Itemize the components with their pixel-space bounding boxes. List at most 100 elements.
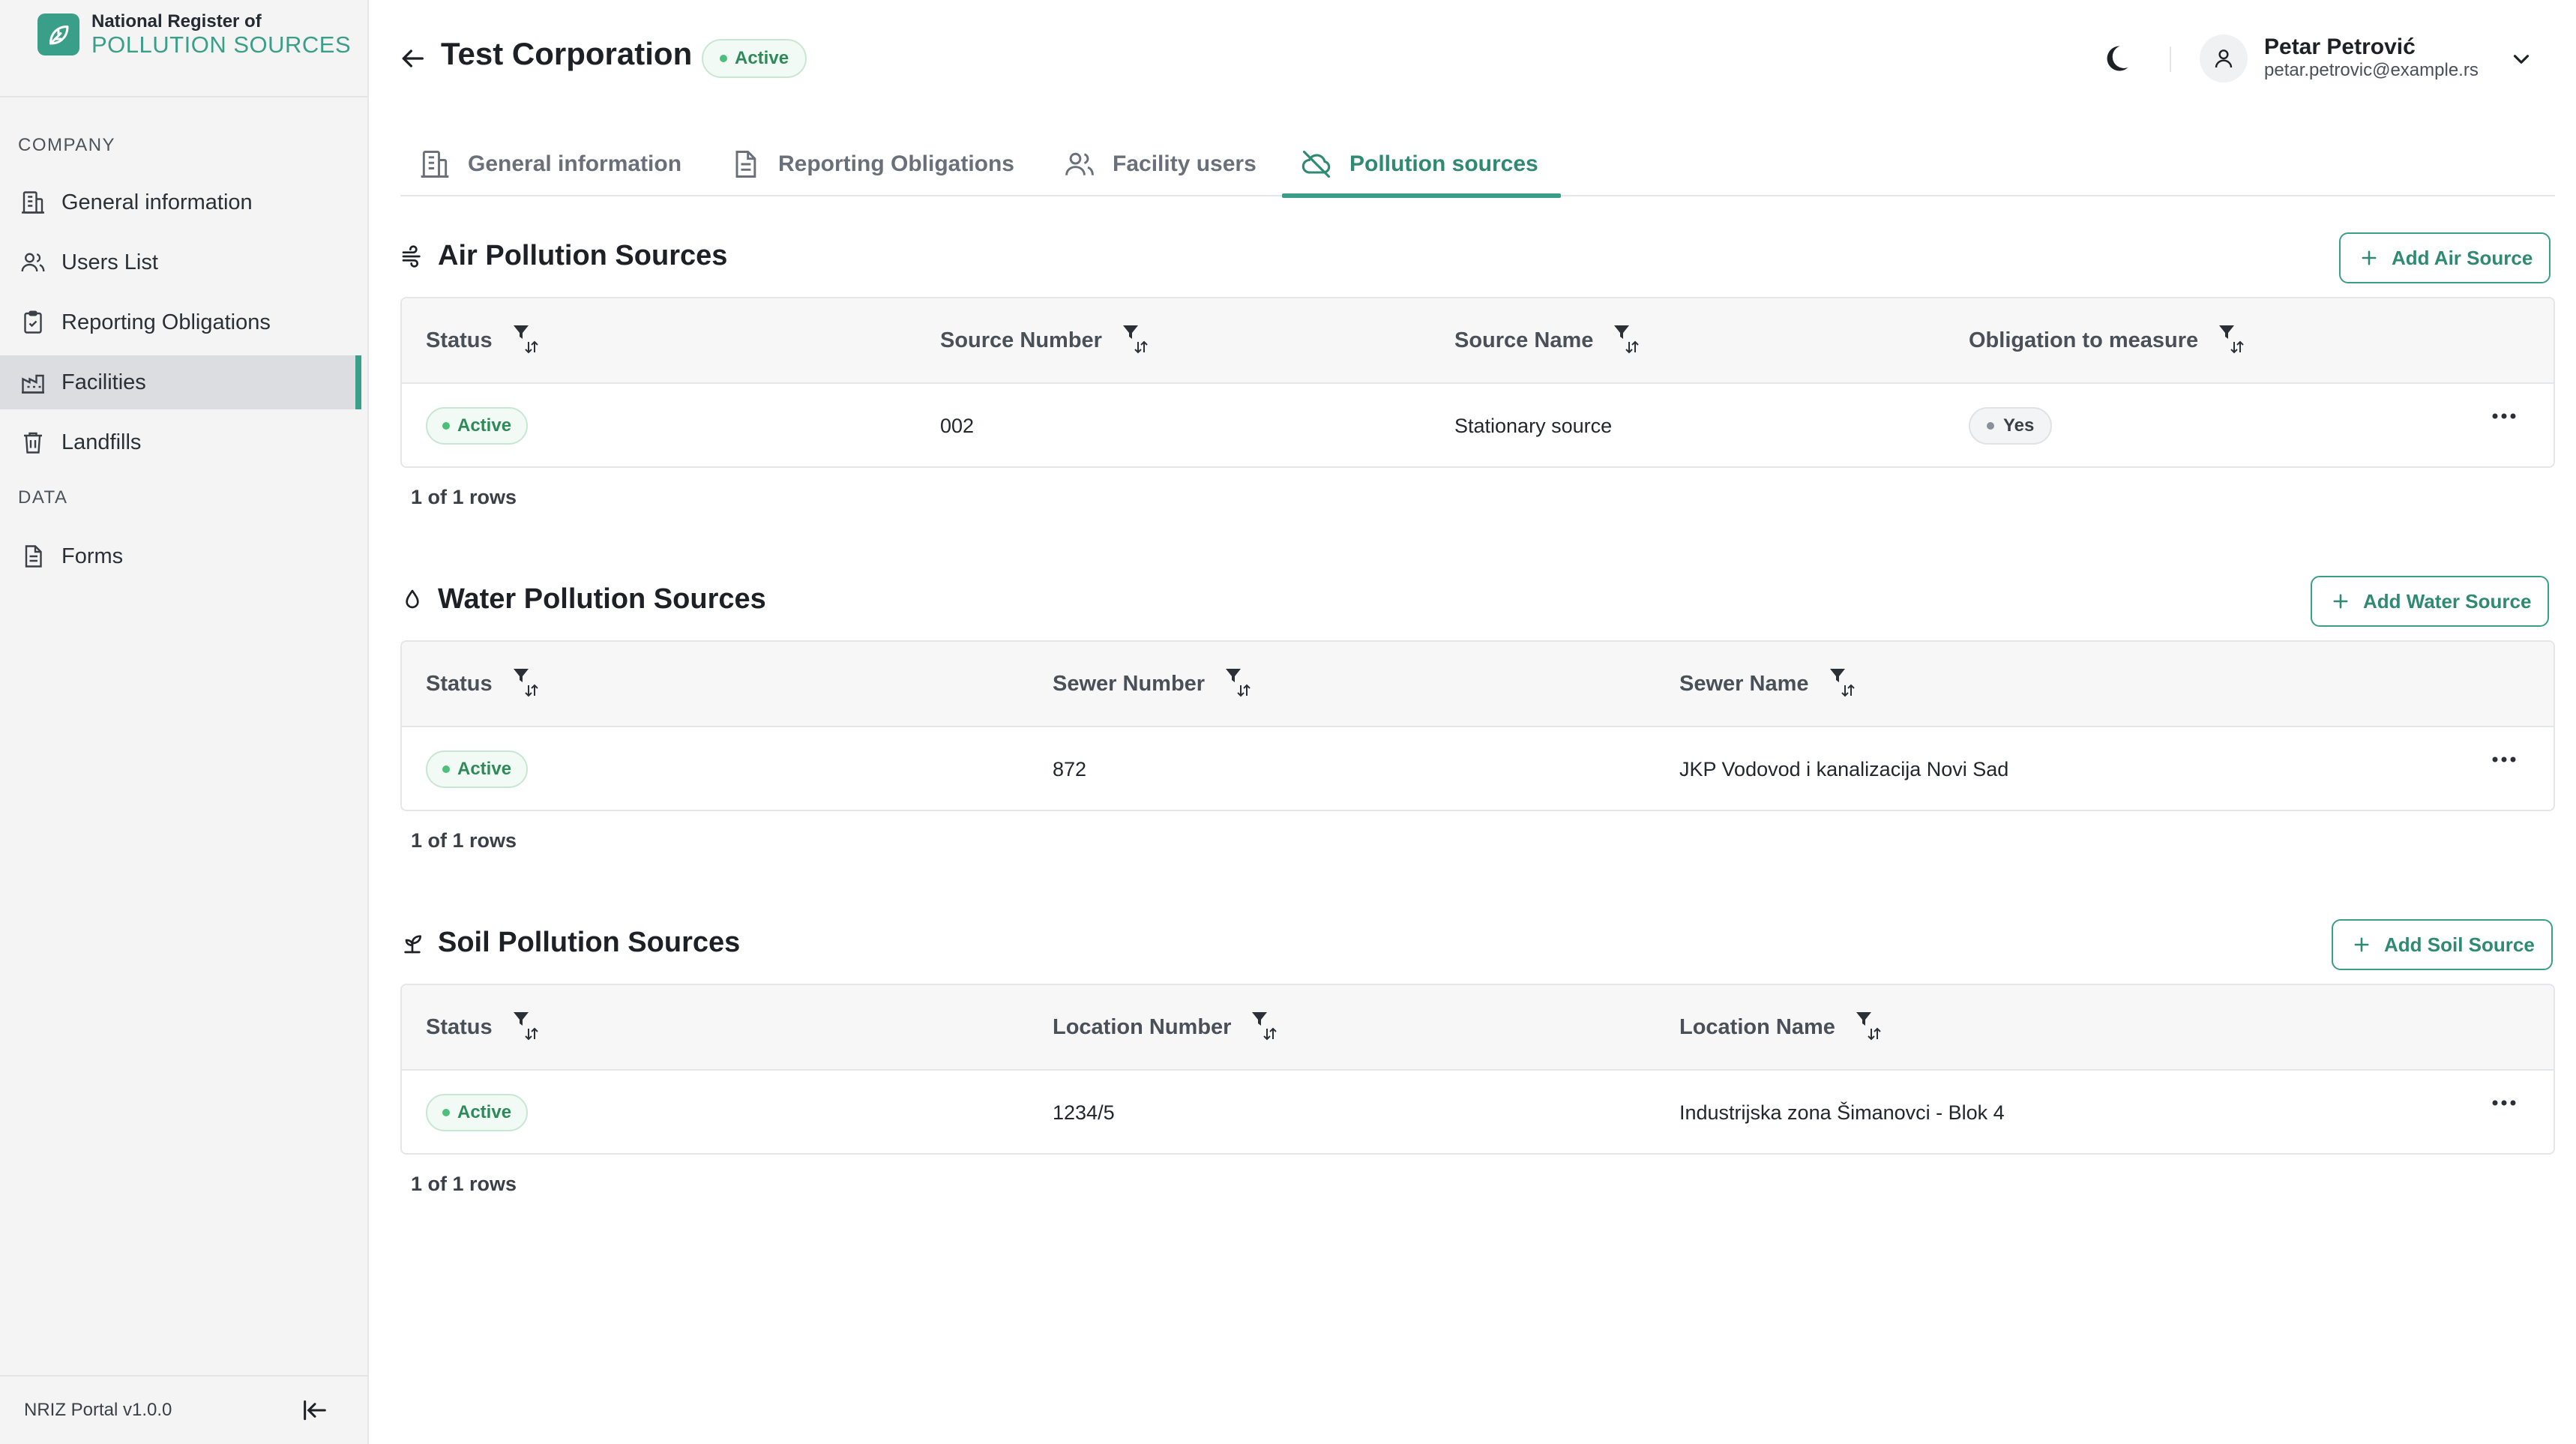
sidebar: National Register of POLLUTION SOURCES C… — [0, 0, 369, 1444]
users-icon — [18, 247, 48, 277]
tab-label: Reporting Obligations — [778, 151, 1014, 176]
obligation-dot — [1987, 422, 1994, 430]
cell-location-name: Industrijska zona Šimanovci - Blok 4 — [1679, 1101, 2005, 1124]
sidebar-item-label: Users List — [61, 250, 158, 274]
air-sources-table: Status Source Number Source Name Obligat… — [400, 297, 2555, 468]
water-section-title: Water Pollution Sources — [438, 583, 766, 615]
filter-sort-icon[interactable] — [512, 667, 541, 700]
cloud-off-icon — [1300, 148, 1333, 181]
column-header-location-number[interactable]: Location Number — [1053, 985, 1279, 1069]
column-header-location-name[interactable]: Location Name — [1679, 985, 1883, 1069]
soil-section-header: Soil Pollution Sources — [400, 927, 740, 959]
sidebar-item-landfills[interactable]: Landfills — [0, 415, 361, 469]
rows-count: 1 of 1 rows — [411, 1173, 517, 1195]
add-water-source-button[interactable]: Add Water Source — [2311, 576, 2550, 627]
soil-sources-table: Status Location Number Location Name Act… — [400, 984, 2555, 1155]
add-button-label: Add Soil Source — [2384, 933, 2535, 956]
tab-facility-users[interactable]: Facility users — [1045, 132, 1275, 196]
column-label: Location Name — [1679, 1014, 1835, 1039]
brand-logo[interactable]: National Register of POLLUTION SOURCES — [37, 13, 352, 58]
sidebar-item-label: Landfills — [61, 430, 142, 454]
column-header-source-number[interactable]: Source Number — [940, 298, 1150, 382]
column-label: Status — [426, 328, 493, 352]
factory-icon — [18, 367, 48, 397]
filter-sort-icon[interactable] — [1122, 324, 1150, 357]
status-dot — [442, 422, 450, 430]
column-header-status[interactable]: Status — [426, 642, 541, 726]
clipboard-check-icon — [18, 307, 48, 337]
more-options-icon[interactable] — [2491, 754, 2518, 765]
column-label: Source Number — [940, 328, 1102, 352]
table-header: Status Sewer Number Sewer Name — [402, 642, 2554, 727]
column-header-obligation[interactable]: Obligation to measure — [1969, 298, 2246, 382]
column-header-source-name[interactable]: Source Name — [1454, 298, 1641, 382]
filter-sort-icon[interactable] — [512, 324, 541, 357]
page-title: Test Corporation — [441, 36, 693, 71]
obligation-badge: Yes — [1969, 407, 2053, 445]
column-label: Source Name — [1454, 328, 1594, 352]
water-sources-table: Status Sewer Number Sewer Name Active 87… — [400, 640, 2555, 811]
tab-bar: General information Reporting Obligation… — [400, 132, 2555, 198]
brand-line2: POLLUTION SOURCES — [91, 31, 352, 58]
user-name[interactable]: Petar Petrović — [2264, 34, 2416, 60]
filter-sort-icon[interactable] — [1855, 1011, 1883, 1044]
filter-sort-icon[interactable] — [1613, 324, 1641, 357]
sidebar-item-reporting-obligations[interactable]: Reporting Obligations — [0, 295, 361, 349]
status-dot — [442, 765, 450, 773]
moon-icon[interactable] — [2099, 42, 2132, 75]
more-options-icon[interactable] — [2491, 1098, 2518, 1108]
filter-sort-icon[interactable] — [512, 1011, 541, 1044]
table-header: Status Source Number Source Name Obligat… — [402, 298, 2554, 384]
filter-sort-icon[interactable] — [1829, 667, 1857, 700]
tab-general-information[interactable]: General information — [400, 132, 699, 196]
building-icon — [418, 148, 451, 181]
back-arrow-icon[interactable] — [397, 43, 427, 73]
column-label: Status — [426, 671, 493, 696]
add-button-label: Add Water Source — [2363, 589, 2532, 613]
add-button-label: Add Air Source — [2392, 246, 2533, 269]
sidebar-item-general-information[interactable]: General information — [0, 175, 361, 229]
document-icon — [729, 148, 762, 181]
tab-reporting-obligations[interactable]: Reporting Obligations — [711, 132, 1032, 196]
column-label: Obligation to measure — [1969, 328, 2199, 352]
water-section-header: Water Pollution Sources — [400, 583, 766, 616]
document-icon — [18, 541, 48, 571]
tab-pollution-sources[interactable]: Pollution sources — [1282, 132, 1561, 198]
column-header-sewer-number[interactable]: Sewer Number — [1053, 642, 1253, 726]
column-label: Sewer Number — [1053, 671, 1206, 696]
sidebar-item-forms[interactable]: Forms — [0, 529, 361, 583]
filter-sort-icon[interactable] — [2218, 324, 2246, 357]
sidebar-item-label: Facilities — [61, 370, 146, 394]
chevron-down-icon[interactable] — [2509, 46, 2534, 72]
status-badge: Active — [702, 39, 807, 78]
sidebar-item-facilities[interactable]: Facilities — [0, 355, 361, 409]
plus-icon — [2351, 934, 2372, 955]
rows-count: 1 of 1 rows — [411, 829, 517, 852]
trash-icon — [18, 427, 48, 457]
plus-icon — [2359, 247, 2380, 268]
avatar[interactable] — [2200, 34, 2248, 82]
sidebar-divider — [0, 96, 367, 97]
sidebar-item-label: Forms — [61, 544, 124, 568]
column-label: Sewer Name — [1679, 671, 1809, 696]
cell-source-number: 002 — [940, 414, 975, 437]
sidebar-item-users-list[interactable]: Users List — [0, 235, 361, 289]
column-header-sewer-name[interactable]: Sewer Name — [1679, 642, 1857, 726]
droplet-icon — [400, 588, 424, 612]
sprout-icon — [400, 931, 424, 955]
collapse-left-icon[interactable] — [300, 1395, 330, 1425]
column-header-status[interactable]: Status — [426, 985, 541, 1069]
add-air-source-button[interactable]: Add Air Source — [2339, 232, 2551, 283]
column-label: Location Number — [1053, 1014, 1232, 1039]
add-soil-source-button[interactable]: Add Soil Source — [2332, 919, 2553, 970]
status-badge: Active — [426, 407, 529, 445]
status-badge: Active — [426, 1094, 529, 1131]
more-options-icon[interactable] — [2491, 411, 2518, 421]
obligation-label: Yes — [2003, 415, 2035, 436]
filter-sort-icon[interactable] — [1224, 667, 1253, 700]
sidebar-item-label: Reporting Obligations — [61, 310, 271, 334]
user-email: petar.petrovic@example.rs — [2264, 60, 2479, 80]
table-header: Status Location Number Location Name — [402, 985, 2554, 1071]
filter-sort-icon[interactable] — [1251, 1011, 1279, 1044]
column-header-status[interactable]: Status — [426, 298, 541, 382]
